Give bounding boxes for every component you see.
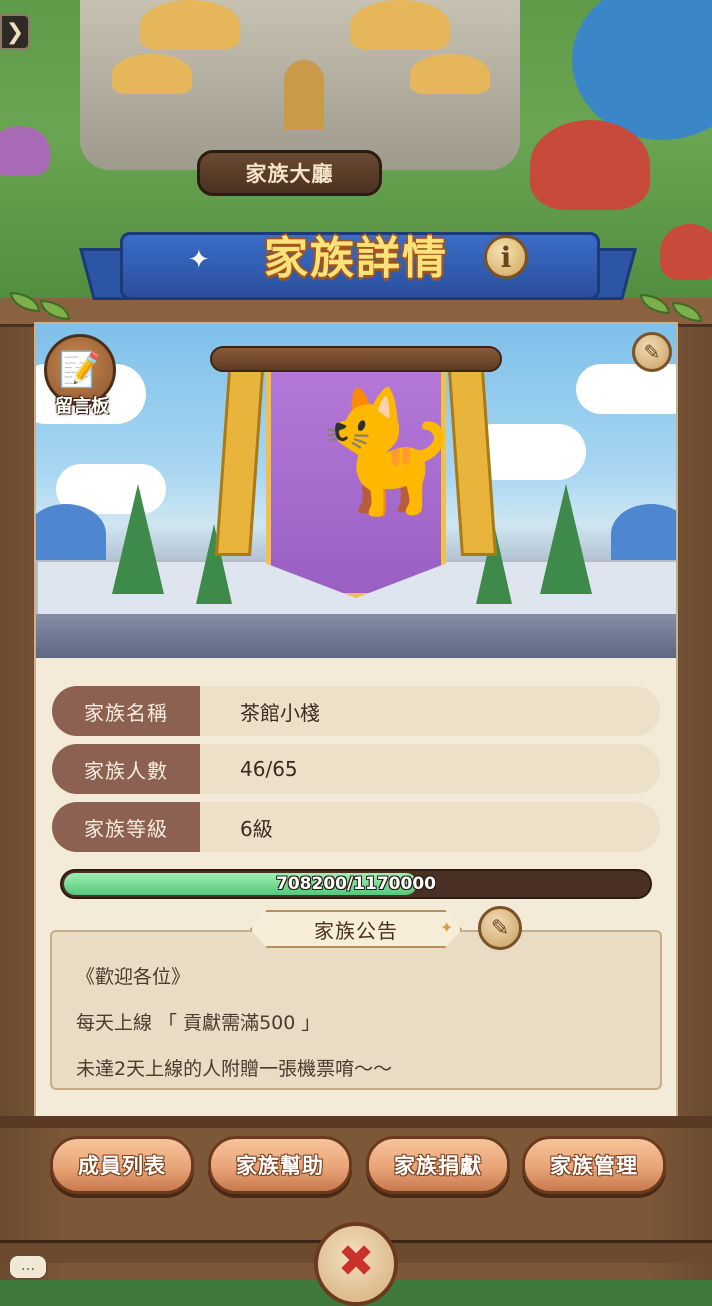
banner-rod [210,346,502,372]
page-title: 家族詳情 [264,233,448,284]
experience-text: 708200/1170000 [276,874,436,894]
info-icon: i [500,240,512,274]
chevron-right-icon: ❯ [5,19,25,45]
info-label: 家族等級 [52,802,200,852]
guild-hall-sign[interactable]: 家族大廳 [197,150,382,196]
castle-dome [350,0,450,50]
back-button[interactable]: ❯ [0,14,30,50]
info-label: 家族人數 [52,744,200,794]
feather-quill-icon: ✎ [490,915,510,941]
feather-quill-icon: ✎ [643,340,661,364]
mushroom-house [530,120,650,210]
guild-manage-button[interactable]: 家族管理 [522,1136,666,1194]
info-row-members: 家族人數 46/65 [52,744,660,794]
info-label: 家族名稱 [52,686,200,736]
info-value: 6級 [240,816,273,841]
mushroom-house [0,126,50,176]
info-row-name: 家族名稱 茶館小棧 [52,686,660,736]
guild-donate-button[interactable]: 家族捐獻 [366,1136,510,1194]
announcement-line: 未達2天上線的人附贈一張機票唷～～ [76,1058,393,1080]
castle-dome [140,0,240,50]
edit-announcement-button[interactable]: ✎ [478,906,522,950]
cat-emblem-icon: 🐈 [312,382,459,520]
close-x-icon: ✖ [337,1236,375,1287]
diamond-icon: ✦ [440,918,454,937]
chat-icon[interactable]: … [8,1254,48,1280]
info-row-level: 家族等級 6級 [52,802,660,852]
blue-dome [36,504,106,564]
castle-dome [112,54,192,94]
blue-dome [611,504,676,564]
notepad-icon: 📝 [58,350,102,390]
close-button[interactable]: ✖ [314,1222,398,1306]
river [572,0,712,140]
castle-door [284,60,324,130]
panel-shelf [0,1116,712,1128]
member-list-button[interactable]: 成員列表 [50,1136,194,1194]
message-board-label: 留言板 [55,396,109,417]
announcement-line: 《歡迎各位》 [76,966,191,988]
cypress-tree [112,484,164,594]
cloud [576,364,676,414]
experience-bar: 708200/1170000 [60,869,652,899]
info-value: 茶館小棧 [240,700,320,725]
cypress-tree [540,484,592,594]
castle-dome [410,54,490,94]
courtyard-floor [36,614,676,658]
edit-emblem-button[interactable]: ✎ [632,332,672,372]
info-value: 46/65 [240,757,298,781]
announcement-title: 家族公告 [250,910,462,948]
guild-help-button[interactable]: 家族幫助 [208,1136,352,1194]
announcement-line: 每天上線 「 貢獻需滿500 」 [76,1012,321,1034]
info-button[interactable]: i [484,235,528,279]
